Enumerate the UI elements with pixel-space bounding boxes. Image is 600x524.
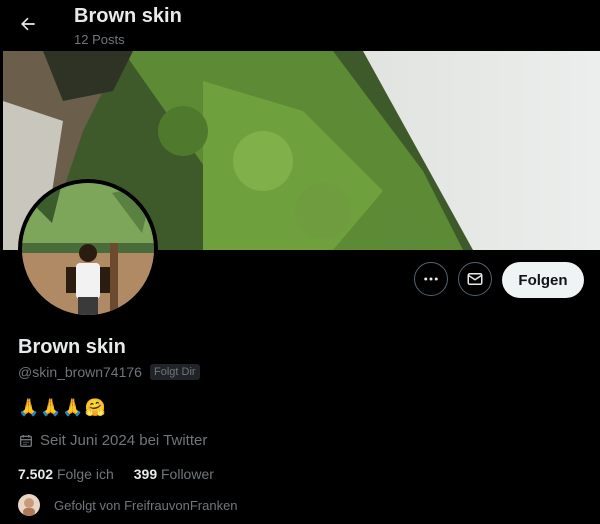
followed-by-text: Gefolgt von FreifrauvonFranken bbox=[54, 497, 238, 513]
follower-label: Follower bbox=[161, 466, 214, 482]
followers-link[interactable]: 399 Follower bbox=[134, 466, 214, 482]
follower-count: 399 bbox=[133, 466, 158, 482]
display-name: Brown skin bbox=[18, 336, 126, 358]
top-bar: Brown skin 12 Posts bbox=[0, 0, 600, 51]
following-count: 7.502 bbox=[18, 466, 54, 482]
back-button[interactable] bbox=[14, 10, 42, 38]
page-title: Brown skin bbox=[74, 5, 182, 27]
more-options-button[interactable] bbox=[414, 262, 448, 296]
follower-avatar bbox=[18, 494, 40, 516]
avatar[interactable] bbox=[22, 183, 154, 315]
following-link[interactable]: 7.502 Folge ich bbox=[18, 466, 114, 482]
join-date-text: Seit Juni 2024 bei Twitter bbox=[40, 432, 208, 449]
bio: 🙏🙏🙏🤗 bbox=[18, 398, 107, 417]
follow-button[interactable]: Folgen bbox=[502, 262, 584, 298]
post-count: 12 Posts bbox=[74, 32, 125, 47]
more-dots-icon bbox=[424, 277, 438, 281]
envelope-icon bbox=[467, 273, 483, 285]
follow-stats: 7.502 Folge ich 399 Follower bbox=[18, 466, 214, 482]
follows-you-badge: Folgt Dir bbox=[150, 364, 200, 380]
message-button[interactable] bbox=[458, 262, 492, 296]
calendar-icon bbox=[20, 434, 32, 447]
followed-by[interactable]: Gefolgt von FreifrauvonFranken bbox=[18, 494, 238, 516]
arrow-left-icon bbox=[21, 17, 35, 31]
user-handle: @skin_brown74176 bbox=[18, 364, 142, 380]
join-date: Seit Juni 2024 bei Twitter bbox=[18, 432, 207, 449]
following-label: Folge ich bbox=[56, 466, 114, 482]
